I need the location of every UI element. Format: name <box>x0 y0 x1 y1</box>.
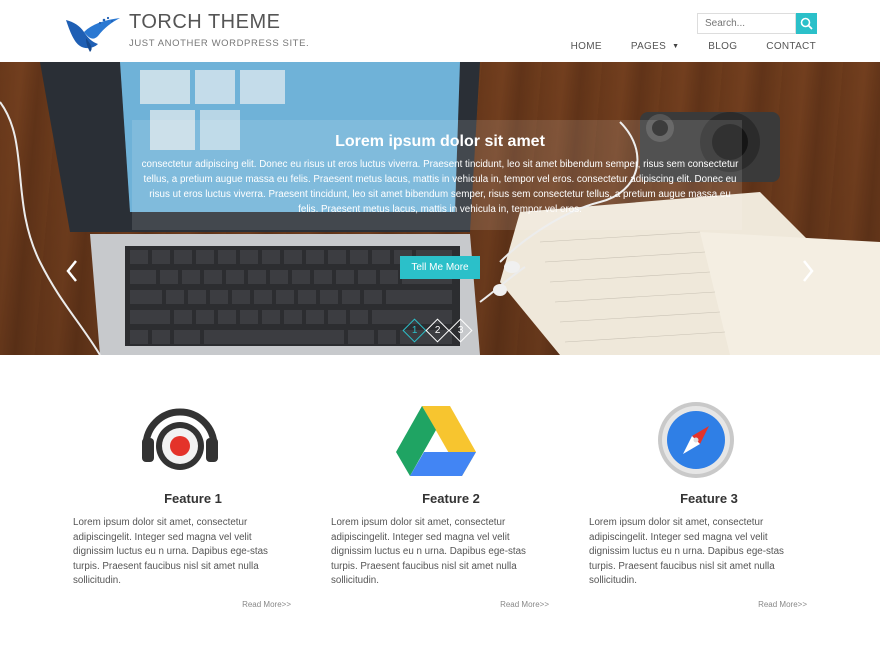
search-icon <box>800 17 813 30</box>
nav-contact-label: CONTACT <box>766 41 816 52</box>
feature-2-read-more-link[interactable]: Read More>> <box>331 600 549 609</box>
nav-pages[interactable]: PAGES ▼ <box>631 41 679 52</box>
feature-1-icon-wrap <box>60 398 300 482</box>
feature-3-icon-wrap <box>576 398 816 482</box>
bird-logo-icon[interactable] <box>64 12 122 52</box>
tell-me-more-button[interactable]: Tell Me More <box>400 256 480 279</box>
slide-text: consectetur adipiscing elit. Donec eu ri… <box>141 159 739 215</box>
site-title[interactable]: TORCH THEME <box>129 11 280 34</box>
slide-title: Lorem ipsum dolor sit amet <box>335 133 545 150</box>
nav-blog[interactable]: BLOG <box>708 41 737 52</box>
slider-next-button[interactable] <box>800 258 816 284</box>
nav-home[interactable]: HOME <box>571 41 602 52</box>
pager-dot-label: 1 <box>411 325 418 336</box>
feature-2-icon-wrap <box>318 398 558 482</box>
headphones-record-icon <box>142 408 218 470</box>
search-button[interactable] <box>796 13 817 34</box>
search-input[interactable] <box>697 13 796 34</box>
compass-icon <box>658 402 734 478</box>
feature-1-title: Feature 1 <box>164 491 222 506</box>
nav-contact[interactable]: CONTACT <box>766 41 816 52</box>
feature-1-desc: Lorem ipsum dolor sit amet, consectetur … <box>73 517 268 586</box>
main-nav: HOME PAGES ▼ BLOG CONTACT <box>542 41 816 52</box>
feature-3-desc: Lorem ipsum dolor sit amet, consectetur … <box>589 517 784 586</box>
pager-dot-label: 3 <box>457 325 464 336</box>
caret-down-icon: ▼ <box>672 43 680 50</box>
nav-blog-label: BLOG <box>708 41 738 52</box>
pager-dot-3[interactable]: 3 <box>448 318 473 343</box>
feature-2-title: Feature 2 <box>422 491 480 506</box>
feature-3-read-more-link[interactable]: Read More>> <box>589 600 807 609</box>
feature-1-read-more-link[interactable]: Read More>> <box>73 600 291 609</box>
pager-dot-2[interactable]: 2 <box>425 318 450 343</box>
nav-pages-label: PAGES <box>630 41 667 52</box>
chevron-right-icon <box>803 260 814 282</box>
slider-pager: 1 2 3 <box>402 318 473 343</box>
chevron-left-icon <box>66 260 77 282</box>
feature-3-title: Feature 3 <box>680 491 738 506</box>
feature-2-desc: Lorem ipsum dolor sit amet, consectetur … <box>331 517 526 586</box>
nav-home-label: HOME <box>570 41 602 52</box>
google-drive-icon <box>396 406 476 476</box>
site-tagline: JUST ANOTHER WORDPRESS SITE. <box>129 38 310 49</box>
pager-dot-1[interactable]: 1 <box>402 318 427 343</box>
site-header: TORCH THEME JUST ANOTHER WORDPRESS SITE.… <box>0 0 880 62</box>
slider-prev-button[interactable] <box>64 258 80 284</box>
pager-dot-label: 2 <box>434 325 441 336</box>
